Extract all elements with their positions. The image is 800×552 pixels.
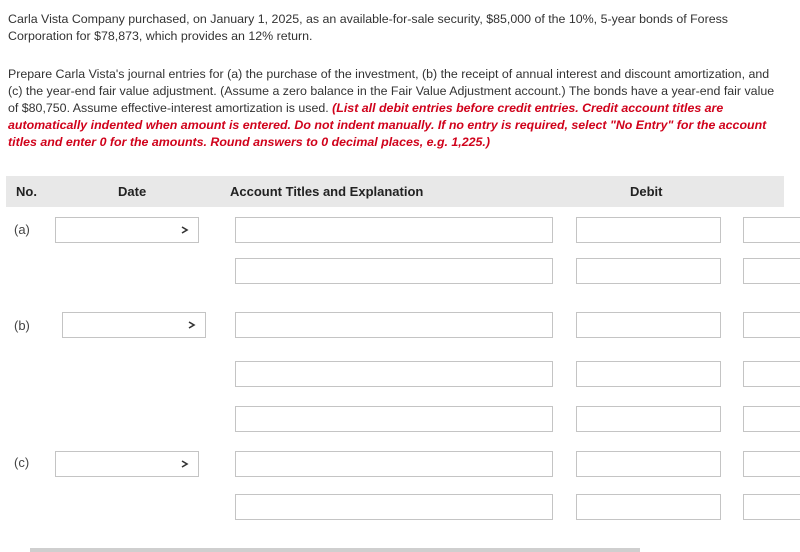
credit-input-c-2[interactable] (743, 494, 800, 520)
account-input-b-1[interactable] (235, 312, 553, 338)
entry-label-a: (a) (14, 222, 30, 237)
date-select-a[interactable] (55, 217, 199, 243)
table-header: No. Date Account Titles and Explanation … (6, 176, 784, 207)
entry-label-b: (b) (14, 318, 30, 333)
chevron-down-icon (188, 321, 196, 329)
problem-task: Prepare Carla Vista's journal entries fo… (8, 66, 778, 151)
account-input-a-1[interactable] (235, 217, 553, 243)
account-input-a-2[interactable] (235, 258, 553, 284)
credit-input-b-2[interactable] (743, 361, 800, 387)
chevron-down-icon (181, 460, 189, 468)
credit-input-c-1[interactable] (743, 451, 800, 477)
chevron-down-icon (181, 226, 189, 234)
debit-input-a-1[interactable] (576, 217, 721, 243)
header-no: No. (16, 184, 37, 199)
header-debit: Debit (630, 184, 663, 199)
debit-input-b-2[interactable] (576, 361, 721, 387)
date-select-b[interactable] (62, 312, 206, 338)
credit-input-b-1[interactable] (743, 312, 800, 338)
account-input-c-2[interactable] (235, 494, 553, 520)
debit-input-a-2[interactable] (576, 258, 721, 284)
debit-input-c-1[interactable] (576, 451, 721, 477)
debit-input-c-2[interactable] (576, 494, 721, 520)
account-input-b-2[interactable] (235, 361, 553, 387)
header-date: Date (118, 184, 147, 199)
credit-input-b-3[interactable] (743, 406, 800, 432)
problem-intro: Carla Vista Company purchased, on Januar… (8, 12, 728, 43)
entry-label-c: (c) (14, 455, 30, 470)
credit-input-a-1[interactable] (743, 217, 800, 243)
credit-input-a-2[interactable] (743, 258, 800, 284)
account-input-b-3[interactable] (235, 406, 553, 432)
debit-input-b-1[interactable] (576, 312, 721, 338)
horizontal-scrollbar[interactable] (30, 548, 640, 552)
account-input-c-1[interactable] (235, 451, 553, 477)
debit-input-b-3[interactable] (576, 406, 721, 432)
header-account: Account Titles and Explanation (230, 184, 424, 199)
date-select-c[interactable] (55, 451, 199, 477)
